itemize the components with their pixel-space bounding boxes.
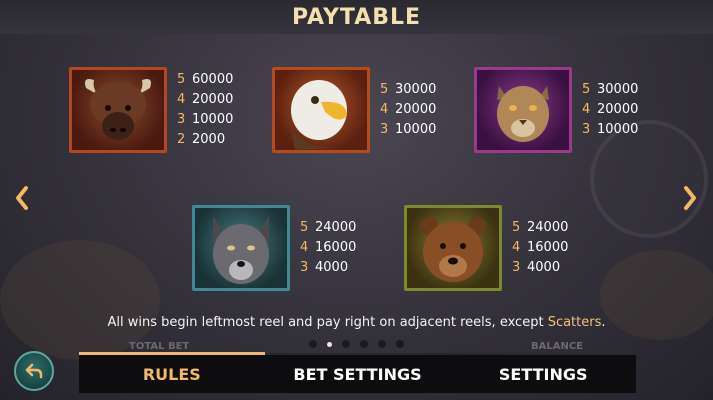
scatters-highlight: Scatters: [547, 315, 602, 330]
total-bet-label: TOTAL BET: [129, 341, 190, 352]
pay-count: 3: [380, 122, 389, 137]
pay-count: 4: [300, 240, 309, 255]
eagle-pays: 5 30000 4 20000 3 10000: [380, 80, 436, 140]
pagination-dot[interactable]: [360, 340, 368, 348]
pay-row: 3 10000: [582, 120, 638, 140]
pay-row: 5 60000: [177, 70, 233, 90]
paytable-entry-cougar: 5 30000 4 20000 3 10000: [474, 67, 638, 153]
balance-label: BALANCE: [531, 341, 584, 352]
pay-amount: 20000: [192, 92, 234, 107]
pay-row: 4 16000: [512, 238, 568, 258]
pay-count: 2: [177, 132, 186, 147]
rules-text: All wins begin leftmost reel and pay rig…: [0, 315, 713, 330]
buffalo-pays: 5 60000 4 20000 3 10000 2 2000: [177, 70, 233, 150]
pay-row: 4 20000: [582, 100, 638, 120]
pagination-dot[interactable]: [309, 340, 317, 348]
tab-label: BET SETTINGS: [293, 364, 422, 384]
pay-row: 5 30000: [380, 80, 436, 100]
eagle-icon: [291, 80, 347, 150]
wolf-symbol: [192, 205, 290, 291]
pay-row: 3 10000: [380, 120, 436, 140]
pay-count: 4: [582, 102, 591, 117]
paytable-entry-eagle: 5 30000 4 20000 3 10000: [272, 67, 436, 153]
pay-amount: 24000: [527, 220, 569, 235]
pay-count: 5: [300, 220, 309, 235]
tab-bet-settings[interactable]: BET SETTINGS: [265, 355, 451, 393]
bear-icon: [420, 217, 486, 282]
pay-count: 5: [380, 82, 389, 97]
back-button[interactable]: [14, 351, 54, 391]
tab-settings[interactable]: SETTINGS: [450, 355, 636, 393]
pay-row: 4 16000: [300, 238, 356, 258]
pagination-dot[interactable]: [396, 340, 404, 348]
pay-count: 5: [512, 220, 521, 235]
pay-count: 3: [177, 112, 186, 127]
pay-amount: 10000: [192, 112, 234, 127]
tab-label: RULES: [142, 364, 201, 384]
page-title: PAYTABLE: [291, 4, 422, 30]
pay-amount: 10000: [597, 122, 639, 137]
pay-count: 3: [582, 122, 591, 137]
buffalo-icon: [85, 79, 151, 140]
tab-rules[interactable]: RULES: [79, 352, 265, 393]
tab-label: SETTINGS: [498, 364, 588, 384]
chevron-right-icon: [684, 186, 696, 210]
pagination-dots: [309, 340, 404, 348]
paytable-entry-buffalo: 5 60000 4 20000 3 10000 2 2000: [69, 67, 233, 153]
pay-amount: 4000: [527, 260, 561, 275]
pay-row: 4 20000: [380, 100, 436, 120]
pay-amount: 20000: [597, 102, 639, 117]
pay-count: 4: [512, 240, 521, 255]
pay-amount: 16000: [315, 240, 357, 255]
pay-row: 5 24000: [512, 218, 568, 238]
paytable-entry-wolf: 5 24000 4 16000 3 4000: [192, 205, 356, 291]
cougar-symbol: [474, 67, 572, 153]
pay-count: 5: [582, 82, 591, 97]
pay-count: 4: [380, 102, 389, 117]
header: PAYTABLE: [0, 0, 713, 34]
back-arrow-icon: [25, 363, 43, 379]
wolf-icon: [213, 216, 269, 284]
pay-count: 3: [300, 260, 309, 275]
next-page-button[interactable]: [679, 178, 701, 218]
eagle-symbol: [272, 67, 370, 153]
pay-row: 2 2000: [177, 130, 233, 150]
bear-pays: 5 24000 4 16000 3 4000: [512, 218, 568, 278]
chevron-left-icon: [16, 186, 28, 210]
pay-count: 5: [177, 72, 186, 87]
pay-row: 3 4000: [300, 258, 356, 278]
pay-row: 5 30000: [582, 80, 638, 100]
pay-amount: 60000: [192, 72, 234, 87]
bear-symbol: [404, 205, 502, 291]
pay-amount: 2000: [192, 132, 226, 147]
wolf-pays: 5 24000 4 16000 3 4000: [300, 218, 356, 278]
pagination-dot-active[interactable]: [327, 341, 332, 347]
cougar-icon: [497, 86, 549, 142]
pay-amount: 16000: [527, 240, 569, 255]
pay-amount: 10000: [395, 122, 437, 137]
pay-amount: 4000: [315, 260, 349, 275]
pay-count: 3: [512, 260, 521, 275]
pay-row: 4 20000: [177, 90, 233, 110]
pay-row: 5 24000: [300, 218, 356, 238]
buffalo-symbol: [69, 67, 167, 153]
pagination-dot[interactable]: [342, 340, 350, 348]
pay-amount: 24000: [315, 220, 357, 235]
pay-row: 3 4000: [512, 258, 568, 278]
prev-page-button[interactable]: [11, 178, 33, 218]
pay-count: 4: [177, 92, 186, 107]
cougar-pays: 5 30000 4 20000 3 10000: [582, 80, 638, 140]
pagination-dot[interactable]: [378, 340, 386, 348]
rules-text-main: All wins begin leftmost reel and pay rig…: [107, 315, 548, 330]
rules-text-end: .: [601, 315, 606, 330]
paytable-entry-bear: 5 24000 4 16000 3 4000: [404, 205, 568, 291]
pay-row: 3 10000: [177, 110, 233, 130]
pay-amount: 30000: [395, 82, 437, 97]
pay-amount: 30000: [597, 82, 639, 97]
pay-amount: 20000: [395, 102, 437, 117]
tab-bar: RULES BET SETTINGS SETTINGS: [79, 352, 636, 393]
